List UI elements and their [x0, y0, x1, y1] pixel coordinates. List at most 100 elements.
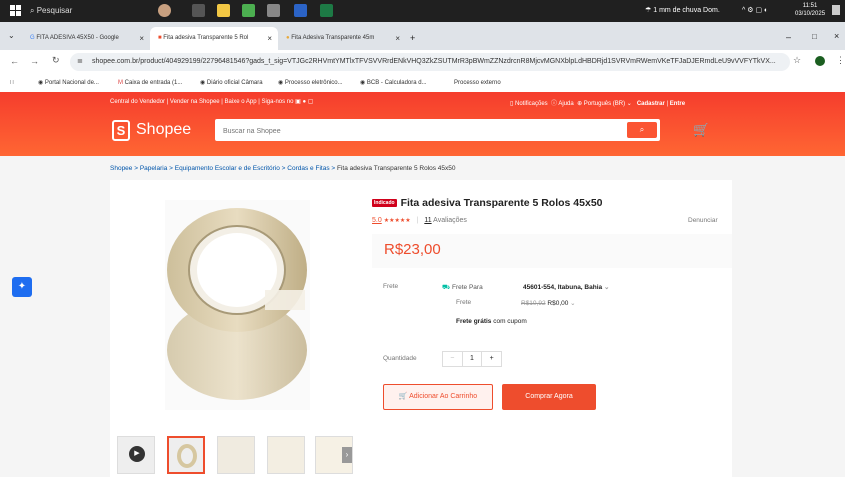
back-icon[interactable]: ← — [10, 56, 19, 66]
app-icon[interactable] — [267, 4, 280, 17]
cart-icon[interactable]: 🛒 — [693, 122, 709, 138]
help-icon[interactable]: ⓘ — [551, 101, 557, 107]
file-explorer-icon[interactable] — [217, 4, 230, 17]
language-selector[interactable]: Português (BR) — [584, 101, 625, 107]
facebook-icon[interactable]: ● — [303, 99, 307, 105]
close-tab-icon[interactable]: × — [139, 27, 144, 50]
new-tab-button[interactable]: + — [410, 33, 415, 43]
next-arrow-icon[interactable]: › — [342, 447, 352, 463]
tab-search-icon[interactable]: ⌄ — [8, 31, 15, 40]
instagram-icon[interactable]: ▣ — [295, 99, 301, 105]
shipping-destination[interactable]: 45601-554, Itabuna, Bahia ⌄ — [523, 283, 609, 291]
help-link[interactable]: Ajuda — [558, 101, 573, 107]
minimize-icon[interactable]: – — [786, 32, 791, 42]
breadcrumb-link[interactable]: Shopee — [110, 165, 132, 172]
register-link[interactable]: Cadastrar — [637, 101, 665, 107]
notifications-link[interactable]: Notificações — [515, 101, 548, 107]
quantity-minus-button[interactable]: − — [443, 352, 462, 366]
search-button[interactable]: ⌕ — [627, 122, 657, 138]
word-icon[interactable] — [294, 4, 307, 17]
notification-icon[interactable] — [832, 5, 840, 15]
breadcrumb-link[interactable]: Papelaria — [140, 165, 167, 172]
truck-icon: ⛟ — [442, 284, 451, 291]
taskbar-search[interactable]: ⌕ Pesquisar — [30, 3, 140, 19]
tab-shopee-product[interactable]: ■ Fita adesiva Transparente 5 Rol × — [150, 27, 278, 50]
breadcrumb-link[interactable]: Cordas e Fitas — [287, 165, 329, 172]
report-link[interactable]: Denunciar — [688, 217, 718, 224]
search-icon: ⌕ — [639, 125, 645, 134]
bookmark-label: BCB - Calculadora d... — [366, 80, 427, 86]
add-to-cart-button[interactable]: 🛒 Adicionar Ao Carrinho — [383, 384, 493, 410]
thumbnail-image[interactable]: › — [315, 436, 353, 474]
bookmark-star-icon[interactable]: ☆ — [793, 55, 801, 66]
menu-dots-icon[interactable]: ⋮ — [836, 55, 845, 66]
breadcrumb-link[interactable]: Equipamento Escolar e de Escritório — [175, 165, 280, 172]
apps-grid-icon[interactable]: ∷ — [10, 74, 14, 92]
thumbnail-image[interactable] — [167, 436, 205, 474]
quantity-plus-button[interactable]: + — [482, 352, 501, 366]
shopee-bag-icon: S — [112, 120, 130, 141]
rating-value[interactable]: 5.0 — [372, 217, 382, 224]
bell-icon[interactable]: ▯ — [510, 101, 513, 107]
reviews-count[interactable]: 11 — [424, 217, 431, 224]
gmail-icon: M — [118, 80, 123, 86]
chrome-icon[interactable] — [242, 4, 255, 17]
product-main-image[interactable] — [165, 200, 310, 410]
thumbnail-video[interactable]: ▶ — [117, 436, 155, 474]
thumbnail-image[interactable] — [267, 436, 305, 474]
thumbnail-image[interactable] — [217, 436, 255, 474]
bookmark-bcb[interactable]: ◉ BCB - Calculadora d... — [360, 74, 427, 92]
site-info-icon[interactable]: ≣ — [77, 53, 83, 71]
clock-time: 11:51 — [802, 3, 818, 9]
bookmark-portal[interactable]: ◉ Portal Nacional de... — [38, 74, 99, 92]
star-rating-icon: ★★★★★ — [383, 218, 411, 224]
tab-label: Fita Adesiva Transparente 45m — [291, 35, 375, 41]
quantity-input[interactable]: 1 — [461, 352, 483, 366]
maximize-icon[interactable]: □ — [812, 32, 817, 41]
breadcrumb-current: Fita adesiva Transparente 5 Rolos 45x50 — [337, 165, 456, 172]
bookmark-label: Diário oficial Câmara — [206, 80, 263, 86]
tab-google-search[interactable]: G FITA ADESIVA 45X50 - Google × — [22, 27, 150, 50]
site-favicon-icon: ● — [286, 35, 290, 41]
logo-text: Shopee — [136, 121, 192, 138]
chat-assistant-icon[interactable]: ✦ — [12, 277, 32, 297]
excel-icon[interactable] — [320, 4, 333, 17]
close-tab-icon[interactable]: × — [267, 27, 272, 50]
globe-icon[interactable]: ⊕ — [577, 101, 582, 107]
search-input[interactable] — [221, 122, 615, 140]
weather-widget[interactable]: ☂ 1 mm de chuva Dom. — [645, 6, 720, 14]
bookmark-gmail[interactable]: M Caixa de entrada (1... — [118, 74, 182, 92]
freight-old-price: R$10,92 — [521, 300, 546, 307]
bookmark-processo[interactable]: ◉ Processo eletrônico... — [278, 74, 343, 92]
url-text: shopee.com.br/product/404929199/22796481… — [92, 58, 776, 65]
login-link[interactable]: Entre — [670, 101, 685, 107]
clock[interactable]: 11:51 03/10/2025 — [795, 2, 825, 18]
task-view-icon[interactable] — [192, 4, 205, 17]
header-links[interactable]: Central do Vendedor | Vender na Shopee |… — [110, 98, 313, 105]
freight-value[interactable]: R$10,92 R$0,00 ⌄ — [521, 299, 576, 307]
windows-start-icon[interactable] — [10, 5, 21, 16]
linkedin-icon[interactable]: ▢ — [308, 99, 314, 105]
buy-now-button[interactable]: Comprar Agora — [502, 384, 596, 410]
tray-icons[interactable]: ^ ⚙ ▢ ◐ — [742, 6, 768, 14]
shopee-favicon-icon: ■ — [158, 35, 162, 41]
bookmark-label: Caixa de entrada (1... — [124, 80, 183, 86]
header-links-text: Central do Vendedor | Vender na Shopee |… — [110, 99, 294, 105]
bookmark-processo-externo[interactable]: Processo externo — [454, 74, 501, 92]
avatar-icon[interactable] — [158, 4, 171, 17]
chevron-down-icon: ⌄ — [570, 300, 576, 307]
shopee-logo[interactable]: S Shopee — [110, 118, 200, 144]
close-tab-icon[interactable]: × — [395, 27, 400, 50]
forward-icon[interactable]: → — [30, 56, 39, 66]
tab-fita-adesiva[interactable]: ● Fita Adesiva Transparente 45m × — [278, 27, 406, 50]
product-title-text: Fita adesiva Transparente 5 Rolos 45x50 — [400, 197, 603, 209]
free-shipping-suffix: com cupom — [493, 318, 527, 325]
reload-icon[interactable]: ↻ — [52, 55, 60, 66]
indicated-badge: Indicado — [372, 199, 397, 207]
windows-taskbar: ⌕ Pesquisar ☂ 1 mm de chuva Dom. ^ ⚙ ▢ ◐… — [0, 0, 845, 22]
bookmark-diario[interactable]: ◉ Diário oficial Câmara — [200, 74, 263, 92]
address-bar[interactable]: ≣ shopee.com.br/product/404929199/227964… — [70, 53, 790, 71]
tab-label: FITA ADESIVA 45X50 - Google — [36, 35, 119, 41]
profile-icon[interactable] — [815, 56, 825, 66]
close-window-icon[interactable]: × — [834, 31, 839, 41]
